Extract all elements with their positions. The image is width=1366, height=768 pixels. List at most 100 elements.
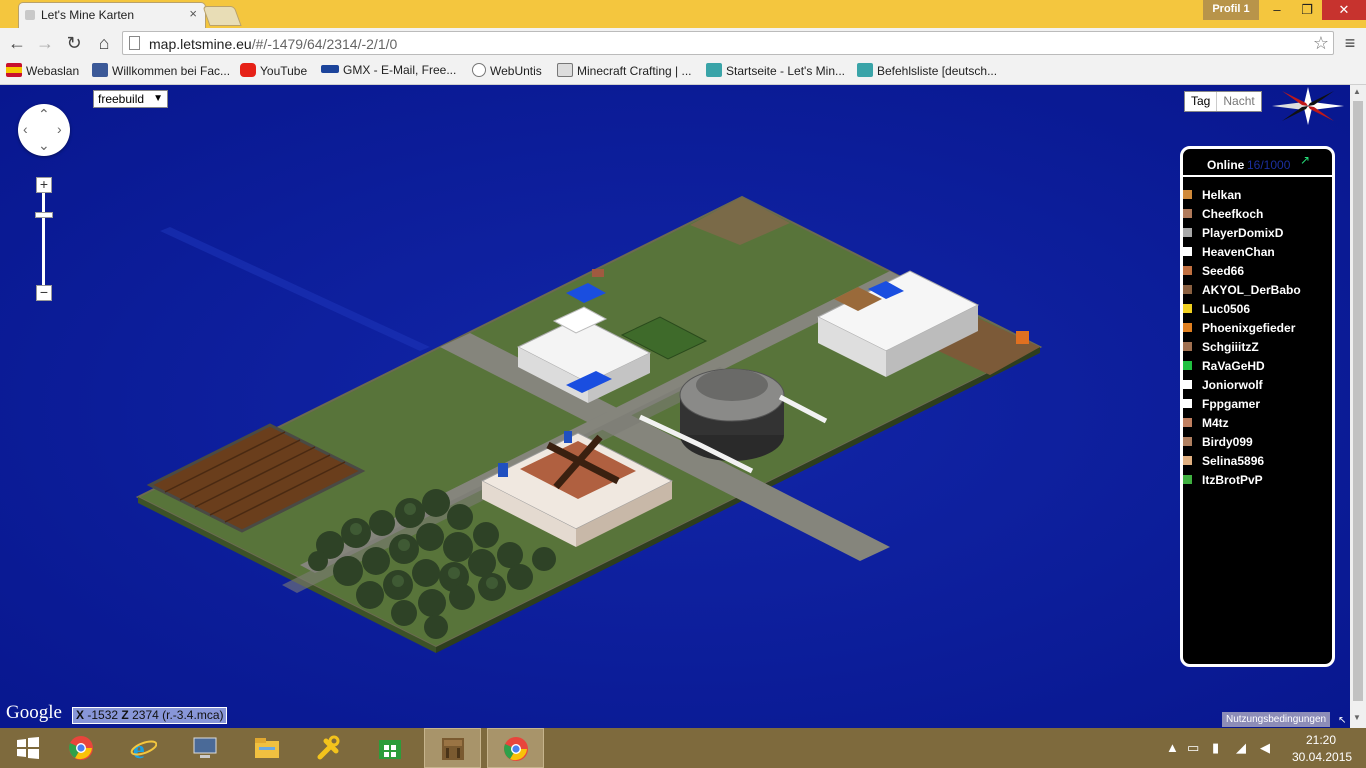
diamond-block-icon bbox=[857, 63, 873, 77]
start-button[interactable] bbox=[0, 728, 57, 768]
player-skin-icon bbox=[1183, 456, 1192, 465]
player-item[interactable]: AKYOL_DerBabo bbox=[1183, 282, 1332, 301]
bookmark-startseite[interactable]: Startseite - Let's Min... bbox=[706, 63, 845, 81]
new-tab-button[interactable] bbox=[202, 6, 242, 26]
brick-marker bbox=[592, 269, 604, 277]
bookmark-gmx[interactable]: GMX - E-Mail, Free... bbox=[321, 63, 456, 81]
player-skin-icon bbox=[1183, 475, 1192, 484]
tool-icon bbox=[317, 735, 340, 760]
player-name: PlayerDomixD bbox=[1202, 226, 1284, 240]
minimize-button[interactable]: – bbox=[1262, 0, 1292, 20]
taskbar-store[interactable] bbox=[362, 728, 419, 768]
external-link-icon[interactable]: ↗ bbox=[1300, 153, 1310, 167]
taskbar-file-explorer[interactable] bbox=[239, 728, 296, 768]
player-item[interactable]: Fppgamer bbox=[1183, 396, 1332, 415]
network-icon[interactable]: ◢ bbox=[1236, 740, 1246, 756]
clock-time[interactable]: 21:20 bbox=[1306, 733, 1336, 747]
player-name: Birdy099 bbox=[1202, 435, 1253, 449]
player-item[interactable]: ItzBrotPvP bbox=[1183, 472, 1332, 491]
player-item[interactable]: Helkan bbox=[1183, 187, 1332, 206]
battery-icon[interactable]: ▮ bbox=[1212, 740, 1219, 756]
bookmark-webuntis[interactable]: WebUntis bbox=[472, 63, 542, 81]
zoom-in-button[interactable]: + bbox=[36, 177, 52, 193]
clock-date[interactable]: 30.04.2015 bbox=[1292, 750, 1352, 764]
maximize-button[interactable]: ❐ bbox=[1292, 0, 1322, 20]
back-button[interactable]: ← bbox=[6, 32, 28, 54]
resize-icon[interactable]: ↖ bbox=[1338, 715, 1346, 726]
tab-close-icon[interactable]: × bbox=[189, 6, 197, 21]
home-button[interactable]: ⌂ bbox=[93, 32, 115, 54]
coords-z: 2374 bbox=[132, 708, 159, 722]
scroll-down-icon[interactable]: ▼ bbox=[1353, 713, 1361, 722]
player-item[interactable]: Phoenixgefieder bbox=[1183, 320, 1332, 339]
player-name: HeavenChan bbox=[1202, 245, 1275, 259]
coords-region: (r.-3.4.mca) bbox=[162, 708, 224, 722]
taskbar-chrome-active[interactable] bbox=[487, 728, 544, 768]
menu-icon[interactable]: ≡ bbox=[1340, 33, 1360, 53]
zoom-slider-handle[interactable] bbox=[35, 212, 53, 218]
player-item[interactable]: Cheefkoch bbox=[1183, 206, 1332, 225]
volume-icon[interactable]: ◀ bbox=[1260, 740, 1270, 756]
pan-right-icon[interactable]: › bbox=[57, 122, 62, 136]
scroll-up-icon[interactable]: ▲ bbox=[1353, 87, 1361, 96]
bookmark-facebook[interactable]: Willkommen bei Fac... bbox=[92, 63, 230, 81]
taskbar-minecraft[interactable] bbox=[424, 728, 481, 768]
bookmark-star-icon[interactable]: ☆ bbox=[1313, 33, 1329, 54]
map-viewport[interactable]: freebuild ▼ ⌃ ⌄ ‹ › + − Tag Nacht Online … bbox=[0, 85, 1350, 728]
google-logo: Google bbox=[6, 702, 62, 723]
profile-button[interactable]: Profil 1 bbox=[1203, 0, 1259, 20]
zoom-track[interactable] bbox=[42, 185, 45, 295]
player-item[interactable]: SchgiiitzZ bbox=[1183, 339, 1332, 358]
tab-title: Let's Mine Karten bbox=[41, 8, 135, 22]
player-skin-icon bbox=[1183, 418, 1192, 427]
chrome-icon bbox=[69, 736, 93, 760]
player-item[interactable]: HeavenChan bbox=[1183, 244, 1332, 263]
taskbar-internet-explorer[interactable]: e bbox=[115, 728, 172, 768]
world-select[interactable]: freebuild ▼ bbox=[93, 90, 168, 108]
zoom-out-button[interactable]: − bbox=[36, 285, 52, 301]
night-button[interactable]: Nacht bbox=[1216, 92, 1260, 111]
close-window-button[interactable]: ✕ bbox=[1322, 0, 1366, 20]
player-item[interactable]: Joniorwolf bbox=[1183, 377, 1332, 396]
bookmark-webaslan[interactable]: Webaslan bbox=[6, 63, 79, 81]
address-bar[interactable]: map.letsmine.eu/#/-1479/64/2314/-2/1/0 ☆ bbox=[122, 31, 1334, 55]
terms-link[interactable]: Nutzungsbedingungen bbox=[1222, 712, 1331, 727]
computer-icon bbox=[193, 737, 217, 758]
bookmark-befehlsliste[interactable]: Befehlsliste [deutsch... bbox=[857, 63, 997, 81]
file-explorer-icon bbox=[255, 738, 279, 758]
pan-left-icon[interactable]: ‹ bbox=[23, 122, 28, 136]
zoom-control: + − bbox=[35, 177, 53, 303]
pan-down-icon[interactable]: ⌄ bbox=[38, 138, 50, 152]
player-item[interactable]: PlayerDomixD bbox=[1183, 225, 1332, 244]
taskbar-chrome[interactable] bbox=[53, 728, 110, 768]
vertical-scrollbar[interactable]: ▲ ▼ bbox=[1350, 85, 1366, 728]
player-item[interactable]: Birdy099 bbox=[1183, 434, 1332, 453]
scrollbar-thumb[interactable] bbox=[1353, 101, 1363, 701]
bookmark-label: WebUntis bbox=[490, 64, 542, 78]
player-item[interactable]: Luc0506 bbox=[1183, 301, 1332, 320]
forward-button[interactable]: → bbox=[34, 32, 56, 54]
bookmark-minecraft-crafting[interactable]: Minecraft Crafting | ... bbox=[557, 63, 692, 81]
reload-button[interactable]: ↻ bbox=[63, 32, 85, 54]
player-name: Fppgamer bbox=[1202, 397, 1261, 411]
player-skin-icon bbox=[1183, 228, 1192, 237]
player-skin-icon bbox=[1183, 209, 1192, 218]
url-text: map.letsmine.eu/#/-1479/64/2314/-2/1/0 bbox=[149, 36, 397, 52]
keyboard-icon[interactable]: ▭ bbox=[1187, 740, 1199, 756]
bookmark-youtube[interactable]: YouTube bbox=[240, 63, 307, 81]
isometric-world-render[interactable] bbox=[0, 85, 1350, 728]
day-button[interactable]: Tag bbox=[1185, 92, 1216, 111]
page-icon bbox=[129, 36, 140, 50]
pan-control[interactable]: ⌃ ⌄ ‹ › bbox=[18, 104, 70, 156]
pan-up-icon[interactable]: ⌃ bbox=[38, 107, 50, 121]
tab-lets-mine-karten[interactable]: Let's Mine Karten × bbox=[18, 2, 206, 28]
player-item[interactable]: M4tz bbox=[1183, 415, 1332, 434]
player-skin-icon bbox=[1183, 285, 1192, 294]
player-item[interactable]: Selina5896 bbox=[1183, 453, 1332, 472]
player-item[interactable]: RaVaGeHD bbox=[1183, 358, 1332, 377]
taskbar-computer[interactable] bbox=[177, 728, 234, 768]
player-item[interactable]: Seed66 bbox=[1183, 263, 1332, 282]
taskbar-tool[interactable] bbox=[300, 728, 357, 768]
tray-expand-icon[interactable]: ▲ bbox=[1166, 740, 1179, 755]
gmx-icon bbox=[321, 65, 339, 73]
